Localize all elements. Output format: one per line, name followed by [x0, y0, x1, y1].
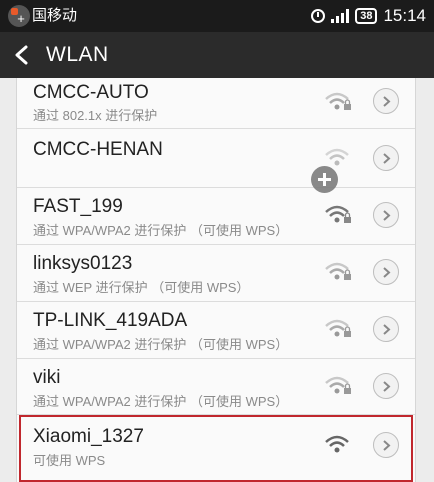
chevron-right-icon	[383, 324, 391, 335]
network-details-button[interactable]	[373, 202, 399, 228]
network-security-detail: 通过 WPA/WPA2 进行保护 （可使用 WPS）	[33, 337, 289, 352]
wifi-network-row[interactable]: viki 通过 WPA/WPA2 进行保护 （可使用 WPS）	[17, 359, 415, 415]
network-ssid: FAST_199	[33, 196, 123, 217]
wifi-network-row[interactable]: CMCC-AUTO 通过 802.1x 进行保护	[17, 78, 415, 129]
wifi-signal-lock-icon	[325, 319, 351, 337]
network-security-detail: 通过 WEP 进行保护 （可使用 WPS）	[33, 280, 250, 295]
clock: 15:14	[383, 6, 426, 25]
battery-icon: 38	[355, 8, 378, 24]
wifi-network-row[interactable]: TP-LINK_419ADA 通过 WPA/WPA2 进行保护 （可使用 WPS…	[17, 302, 415, 359]
title-bar: WLAN	[0, 32, 434, 78]
wifi-signal-lock-icon	[325, 262, 351, 280]
status-bar: + 国移动 38 15:14	[0, 0, 434, 32]
chevron-right-icon	[383, 96, 391, 107]
page-title: WLAN	[46, 43, 109, 66]
status-right: 38 15:14	[311, 5, 426, 27]
network-details-button[interactable]	[373, 316, 399, 342]
chevron-right-icon	[383, 153, 391, 164]
network-ssid: viki	[33, 367, 61, 388]
status-left: + 国移动	[8, 5, 77, 27]
wifi-network-row[interactable]: CMCC-HENAN	[17, 129, 415, 188]
network-security-detail: 通过 WPA/WPA2 进行保护 （可使用 WPS）	[33, 223, 289, 238]
wifi-signal-icon	[325, 148, 349, 166]
wifi-network-row[interactable]: FAST_199 通过 WPA/WPA2 进行保护 （可使用 WPS）	[17, 188, 415, 245]
network-ssid: linksys0123	[33, 253, 133, 274]
network-ssid: CMCC-HENAN	[33, 139, 163, 160]
network-details-button[interactable]	[373, 373, 399, 399]
selected-network-highlight	[19, 415, 413, 482]
wifi-signal-lock-icon	[325, 376, 351, 394]
network-security-detail: 通过 802.1x 进行保护	[33, 108, 158, 123]
chevron-right-icon	[383, 381, 391, 392]
network-security-detail: 通过 WPA/WPA2 进行保护 （可使用 WPS）	[33, 394, 289, 409]
notification-badge-icon: +	[8, 5, 30, 27]
wifi-signal-lock-icon	[325, 205, 351, 223]
chevron-left-icon[interactable]	[12, 44, 32, 66]
cell-signal-icon	[331, 9, 350, 23]
carrier-name: 国移动	[32, 7, 78, 24]
network-ssid: TP-LINK_419ADA	[33, 310, 188, 331]
alarm-icon	[311, 9, 326, 23]
floating-add-icon[interactable]	[311, 166, 338, 193]
network-details-button[interactable]	[373, 145, 399, 171]
network-details-button[interactable]	[373, 259, 399, 285]
chevron-right-icon	[383, 210, 391, 221]
network-details-button[interactable]	[373, 88, 399, 114]
network-ssid: CMCC-AUTO	[33, 82, 149, 103]
wifi-signal-lock-icon	[325, 92, 351, 110]
chevron-right-icon	[383, 267, 391, 278]
wifi-network-row[interactable]: linksys0123 通过 WEP 进行保护 （可使用 WPS）	[17, 245, 415, 302]
